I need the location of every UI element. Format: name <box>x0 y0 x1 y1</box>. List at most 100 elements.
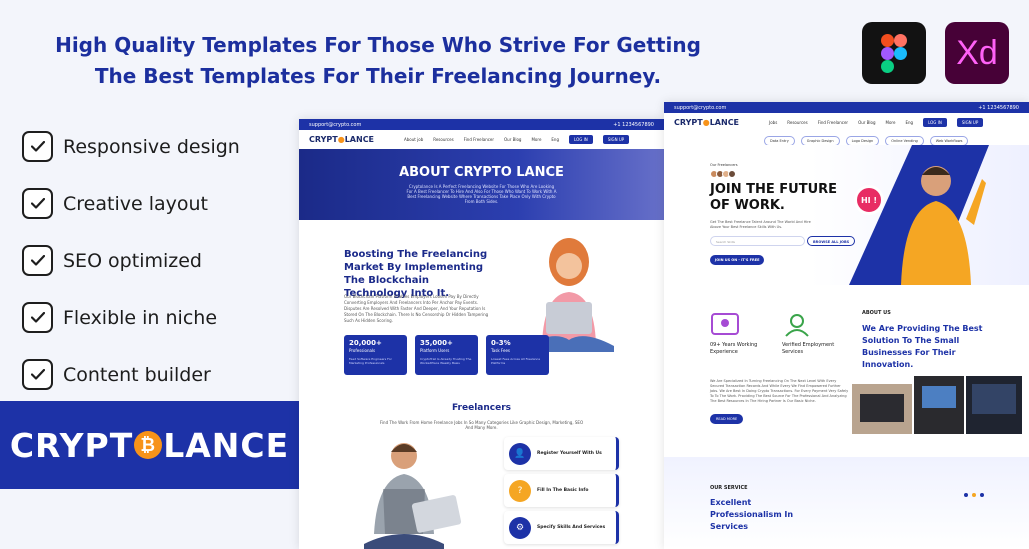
user-icon: 👤 <box>509 442 531 465</box>
nav-item[interactable]: Resources <box>787 120 807 125</box>
headline: High Quality Templates For Those Who Str… <box>0 30 756 92</box>
stat-desc: CryptoTrail Is Already Trusting The Work… <box>420 357 472 365</box>
topbar-phone: +1 1234567890 <box>978 104 1019 111</box>
stat-label: Platform Users <box>420 348 450 353</box>
search-input[interactable]: Search Skills <box>710 236 805 246</box>
headline-line-2: The Best Templates For Their Freelancing… <box>94 64 662 88</box>
experience-label: 09+ Years Working Experience <box>710 342 758 355</box>
stat-value: 0-3% <box>491 339 511 347</box>
feature-item: Creative layout <box>22 175 240 232</box>
check-icon <box>22 302 53 333</box>
language-select[interactable]: Eng <box>551 137 559 142</box>
services-title: Excellent Professionalism In Services <box>710 498 794 531</box>
dot[interactable] <box>980 493 984 497</box>
nav-item[interactable]: Our Blog <box>858 120 875 125</box>
info-icon: ? <box>509 479 531 502</box>
avatar-group <box>710 170 736 178</box>
brand-text-end: LANCE <box>163 425 290 465</box>
topbar: support@crypto.com +1 1234567890 <box>664 102 1029 113</box>
topbar-email: support@crypto.com <box>674 104 727 111</box>
home-page-mockup: support@crypto.com +1 1234567890 CRYPT●L… <box>664 102 1029 549</box>
stat-label: Professionals <box>349 348 376 353</box>
site-logo[interactable]: CRYPT●LANCE <box>674 118 739 127</box>
site-logo[interactable]: CRYPT●LANCE <box>309 135 374 144</box>
steps-list: 👤 Register Yourself With Us ? Fill In Th… <box>504 437 619 548</box>
step-title: Specify Skills And Services <box>537 525 606 530</box>
stat-card: 35,000+ Platform Users CryptoTrail Is Al… <box>415 335 478 375</box>
nav-item[interactable]: Jobs <box>769 120 777 125</box>
about-label: ABOUT US <box>862 310 891 316</box>
check-icon <box>22 131 53 162</box>
signup-button[interactable]: SIGN UP <box>602 135 630 144</box>
figma-icon <box>862 22 926 84</box>
step-card: 👤 Register Yourself With Us <box>504 437 619 470</box>
stat-desc: Lowest Fees Across All Freelance Platfor… <box>491 357 541 365</box>
bitcoin-icon: ₿ <box>134 431 163 459</box>
browse-all-button[interactable]: BROWSE ALL JOBS <box>807 236 856 246</box>
brand-logo: CRYPT ₿ LANCE <box>10 426 289 465</box>
hi-badge: HI ! <box>854 185 884 215</box>
freelancers-subtitle: Find The Work From Home Freelance Jobs I… <box>379 420 584 430</box>
feature-item: Content builder <box>22 346 240 403</box>
nav-item[interactable]: More <box>531 137 541 142</box>
skills-icon: ⚙ <box>509 516 531 539</box>
read-more-button[interactable]: READ MORE <box>710 414 744 424</box>
step-title: Register Yourself With Us <box>537 451 602 456</box>
boost-title: Boosting The Freelancing Market By Imple… <box>344 249 488 299</box>
feature-label: Responsive design <box>63 135 240 158</box>
feature-label: Flexible in niche <box>63 306 218 329</box>
stat-desc: Feed Software Engineers For Marketing Pr… <box>349 357 392 365</box>
join-free-button[interactable]: JOIN US ON - IT'S FREE <box>710 255 765 265</box>
about-paragraph: We Are Specialized In Turning Freelancin… <box>710 379 849 403</box>
join-title: JOIN THE FUTURE OF WORK. <box>710 182 838 213</box>
feature-list: Responsive design Creative layout SEO op… <box>22 118 240 403</box>
step-card: ? Fill In The Basic Info <box>504 474 619 507</box>
services-section: OUR SERVICE Excellent Professionalism In… <box>664 457 1029 549</box>
nav-item[interactable]: Our Blog <box>504 137 521 142</box>
dot[interactable] <box>972 493 976 497</box>
check-icon <box>22 188 53 219</box>
carousel-dots[interactable] <box>964 493 984 497</box>
services-label: OUR SERVICE <box>710 485 748 491</box>
freelancers-title: Freelancers <box>451 403 512 413</box>
feature-label: SEO optimized <box>63 249 202 272</box>
experience-card: 09+ Years Working Experience <box>710 312 774 382</box>
login-button[interactable]: LOG IN <box>923 118 947 127</box>
about-hero: ABOUT CRYPTO LANCE Cryptolance Is A Perf… <box>299 149 664 220</box>
home-hero: Our Freelancers JOIN THE FUTURE OF WORK.… <box>664 145 1029 285</box>
headline-line-1: High Quality Templates For Those Who Str… <box>55 33 701 57</box>
office-photos <box>852 376 1022 434</box>
signup-button[interactable]: SIGN UP <box>956 118 984 127</box>
nav-item[interactable]: Resources <box>433 137 453 142</box>
about-hero-title: ABOUT CRYPTO LANCE <box>399 165 564 180</box>
brand-banner: CRYPT ₿ LANCE <box>0 401 299 489</box>
check-icon <box>22 245 53 276</box>
step-card: ⚙ Specify Skills And Services <box>504 511 619 544</box>
feature-label: Creative layout <box>63 192 208 215</box>
feature-item: Flexible in niche <box>22 289 240 346</box>
dot[interactable] <box>964 493 968 497</box>
verified-icon <box>785 314 809 337</box>
nav-item[interactable]: More <box>886 120 896 125</box>
app-icons: Xd <box>862 22 1009 84</box>
stat-value: 20,000+ <box>349 339 382 347</box>
about-page-mockup: support@crypto.com +1 1234567890 CRYPT●L… <box>299 119 664 549</box>
verified-label: Verified Employment Services <box>782 342 835 355</box>
navbar: CRYPT●LANCE About job Resources Find Fre… <box>299 130 664 149</box>
nav-item[interactable]: About job <box>404 137 423 142</box>
feature-label: Content builder <box>63 363 211 386</box>
login-button[interactable]: LOG IN <box>569 135 593 144</box>
man-laptop-image <box>364 443 462 549</box>
man-pointing-image <box>901 166 986 285</box>
nav-item[interactable]: Find Freelancer <box>464 137 494 142</box>
feature-item: SEO optimized <box>22 232 240 289</box>
nav-item[interactable]: Find Freelancer <box>818 120 848 125</box>
stat-card: 0-3% Task Fees Lowest Fees Across All Fr… <box>486 335 549 375</box>
boost-paragraph: Our Blockchain Platform Enables Employer… <box>344 294 489 323</box>
step-title: Fill In The Basic Info <box>537 488 589 493</box>
freelancers-badge: Our Freelancers <box>710 163 738 167</box>
topbar: support@crypto.com +1 1234567890 <box>299 119 664 130</box>
language-select[interactable]: Eng <box>905 120 913 125</box>
topbar-phone: +1 1234567890 <box>613 121 654 128</box>
adobe-xd-icon: Xd <box>945 22 1009 84</box>
